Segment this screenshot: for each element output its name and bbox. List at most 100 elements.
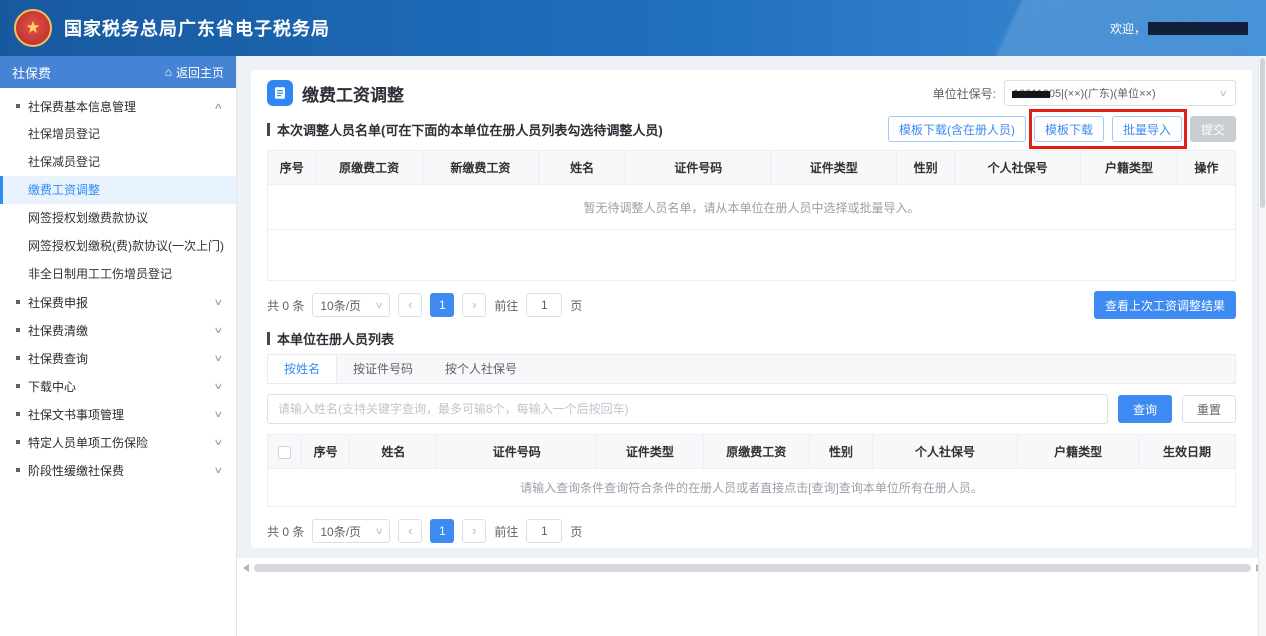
user-name-redacted[interactable] (1148, 22, 1248, 35)
chevron-up-icon: ∧ (214, 101, 224, 112)
sidebar-item-remove-member[interactable]: 社保减员登记 (0, 148, 236, 176)
horizontal-scrollbar[interactable] (237, 560, 1266, 576)
vertical-scrollbar[interactable] (1258, 56, 1266, 636)
sidebar-menu: 社保费基本信息管理 ∧ 社保增员登记 社保减员登记 缴费工资调整 网签授权划缴费… (0, 88, 236, 484)
batch-import-button[interactable]: 批量导入 (1112, 116, 1182, 142)
star-icon: ★ (25, 19, 40, 36)
chevron-down-icon: ∨ (374, 300, 383, 311)
name-search-input[interactable] (267, 394, 1108, 424)
goto-page-input[interactable] (526, 293, 562, 317)
chevron-down-icon: ∨ (214, 353, 224, 364)
sidebar-item-add-member[interactable]: 社保增员登记 (0, 120, 236, 148)
chevron-down-icon: ∨ (214, 297, 224, 308)
col-household-type: 户籍类型 (1081, 151, 1178, 185)
total-count: 共 0 条 (267, 523, 304, 540)
next-page-button[interactable]: › (462, 293, 486, 317)
col-gender: 性别 (897, 151, 955, 185)
sidebar-group-document-manage[interactable]: 社保文书事项管理 ∨ (0, 400, 236, 428)
chevron-down-icon: ∨ (374, 526, 383, 537)
template-download-with-staff-button[interactable]: 模板下载(含在册人员) (888, 116, 1026, 142)
col-personal-ssn: 个人社保号 (955, 151, 1081, 185)
col-seq: 序号 (301, 435, 349, 469)
highlighted-buttons-wrap: 模板下载 批量导入 (1034, 116, 1182, 142)
staff-pagination-row: 共 0 条 10条/页 ∨ ‹ 1 › 前往 页 (267, 517, 1236, 545)
company-ssn-label: 单位社保号: (933, 85, 996, 102)
sidebar-group-basic-info[interactable]: 社保费基本信息管理 ∧ (0, 92, 236, 120)
sidebar-item-parttime-injury-register[interactable]: 非全日制用工工伤增员登记 (0, 260, 236, 288)
sidebar-header: 社保费 ⌂ 返回主页 (0, 56, 236, 88)
page-size-select[interactable]: 10条/页 ∨ (312, 293, 390, 317)
prev-page-button[interactable]: ‹ (398, 293, 422, 317)
tab-by-name[interactable]: 按姓名 (268, 355, 337, 383)
company-ssn-select[interactable]: 10011005|(××)(广东)(单位××) ∨ (1004, 80, 1236, 106)
scroll-left-arrow[interactable] (243, 564, 249, 572)
chevron-down-icon: ∨ (1219, 88, 1228, 99)
select-all-checkbox[interactable] (278, 446, 291, 459)
prev-page-button[interactable]: ‹ (398, 519, 422, 543)
reset-button[interactable]: 重置 (1182, 395, 1236, 423)
content-area: 缴费工资调整 单位社保号: 10011005|(××)(广东)(单位××) ∨ (237, 56, 1266, 558)
adjust-actions: 模板下载(含在册人员) 模板下载 批量导入 提交 (888, 116, 1236, 142)
horizontal-scroll-thumb[interactable] (254, 564, 1251, 572)
vertical-scroll-thumb[interactable] (1260, 58, 1265, 208)
col-id-number: 证件号码 (437, 435, 597, 469)
page-title: 缴费工资调整 (302, 81, 404, 106)
adjust-table: 序号 原缴费工资 新缴费工资 姓名 证件号码 证件类型 性别 个人社保号 户籍类… (267, 150, 1236, 185)
staff-table-header-row: 序号 姓名 证件号码 证件类型 原缴费工资 性别 个人社保号 户籍类型 生效日期 (268, 435, 1236, 469)
sidebar-group-settle[interactable]: 社保费清缴 ∨ (0, 316, 236, 344)
redaction-bar (1012, 91, 1050, 98)
col-household-type: 户籍类型 (1018, 435, 1139, 469)
sidebar-group-declare[interactable]: 社保费申报 ∨ (0, 288, 236, 316)
chevron-down-icon: ∨ (214, 465, 224, 476)
sidebar-group-download-center[interactable]: 下载中心 ∨ (0, 372, 236, 400)
current-page[interactable]: 1 (430, 293, 454, 317)
sidebar-item-esign-tax-agreement[interactable]: 网签授权划缴税(费)款协议(一次上门) (0, 232, 236, 260)
sidebar-item-wage-adjust-active[interactable]: 缴费工资调整 (0, 176, 236, 204)
adjust-section-header: 本次调整人员名单(可在下面的本单位在册人员列表勾选待调整人员) 模板下载(含在册… (267, 116, 1236, 142)
sidebar-group-special-injury-insurance[interactable]: 特定人员单项工伤保险 ∨ (0, 428, 236, 456)
national-emblem-logo: ★ (14, 9, 52, 47)
adjust-table-body: 暂无待调整人员名单，请从本单位在册人员中选择或批量导入。 (267, 185, 1236, 281)
sidebar-item-esign-fee-agreement[interactable]: 网签授权划缴费款协议 (0, 204, 236, 232)
welcome-text: 欢迎， (1110, 20, 1146, 37)
top-header: ★ 国家税务总局广东省电子税务局 欢迎， (0, 0, 1266, 56)
page-label: 页 (570, 297, 582, 314)
staff-search-tabs: 按姓名 按证件号码 按个人社保号 (267, 354, 1236, 384)
chevron-down-icon: ∨ (214, 437, 224, 448)
chevron-down-icon: ∨ (214, 325, 224, 336)
main-layout: 社保费 ⌂ 返回主页 社保费基本信息管理 ∧ 社保增员登记 社保减员登记 缴费工… (0, 56, 1266, 636)
col-gender: 性别 (810, 435, 873, 469)
col-old-wage: 原缴费工资 (703, 435, 809, 469)
template-download-button[interactable]: 模板下载 (1034, 116, 1104, 142)
view-last-adjust-result-button[interactable]: 查看上次工资调整结果 (1094, 291, 1236, 319)
site-title: 国家税务总局广东省电子税务局 (64, 15, 330, 41)
total-count: 共 0 条 (267, 297, 304, 314)
sidebar-group-deferred-payment[interactable]: 阶段性缓缴社保费 ∨ (0, 456, 236, 484)
col-seq: 序号 (268, 151, 316, 185)
staff-search-row: 查询 重置 (267, 394, 1236, 424)
tab-by-id-number[interactable]: 按证件号码 (337, 355, 429, 383)
search-button[interactable]: 查询 (1118, 395, 1172, 423)
goto-page-input[interactable] (526, 519, 562, 543)
col-id-type: 证件类型 (597, 435, 703, 469)
company-ssn-area: 单位社保号: 10011005|(××)(广东)(单位××) ∨ (933, 80, 1236, 106)
sidebar-group-query[interactable]: 社保费查询 ∨ (0, 344, 236, 372)
tab-by-personal-ssn[interactable]: 按个人社保号 (429, 355, 533, 383)
back-home-link[interactable]: ⌂ 返回主页 (165, 64, 224, 81)
page-size-select[interactable]: 10条/页 ∨ (312, 519, 390, 543)
staff-pagination: 共 0 条 10条/页 ∨ ‹ 1 › 前往 页 (267, 519, 582, 543)
current-page[interactable]: 1 (430, 519, 454, 543)
next-page-button[interactable]: › (462, 519, 486, 543)
col-name: 姓名 (539, 151, 626, 185)
col-name: 姓名 (350, 435, 437, 469)
staff-table-body: 请输入查询条件查询符合条件的在册人员或者直接点击[查询]查询本单位所有在册人员。 (267, 469, 1236, 507)
sidebar: 社保费 ⌂ 返回主页 社保费基本信息管理 ∧ 社保增员登记 社保减员登记 缴费工… (0, 56, 237, 636)
back-home-label: 返回主页 (176, 64, 224, 81)
goto-label: 前往 (494, 523, 518, 540)
chevron-down-icon: ∨ (214, 409, 224, 420)
submit-button[interactable]: 提交 (1190, 116, 1236, 142)
col-id-type: 证件类型 (771, 151, 897, 185)
adjust-pagination-row: 共 0 条 10条/页 ∨ ‹ 1 › 前往 页 查看上 (267, 291, 1236, 319)
app-root: ★ 国家税务总局广东省电子税务局 欢迎， 社保费 ⌂ 返回主页 社保费基本信息管… (0, 0, 1266, 636)
chevron-down-icon: ∨ (214, 381, 224, 392)
